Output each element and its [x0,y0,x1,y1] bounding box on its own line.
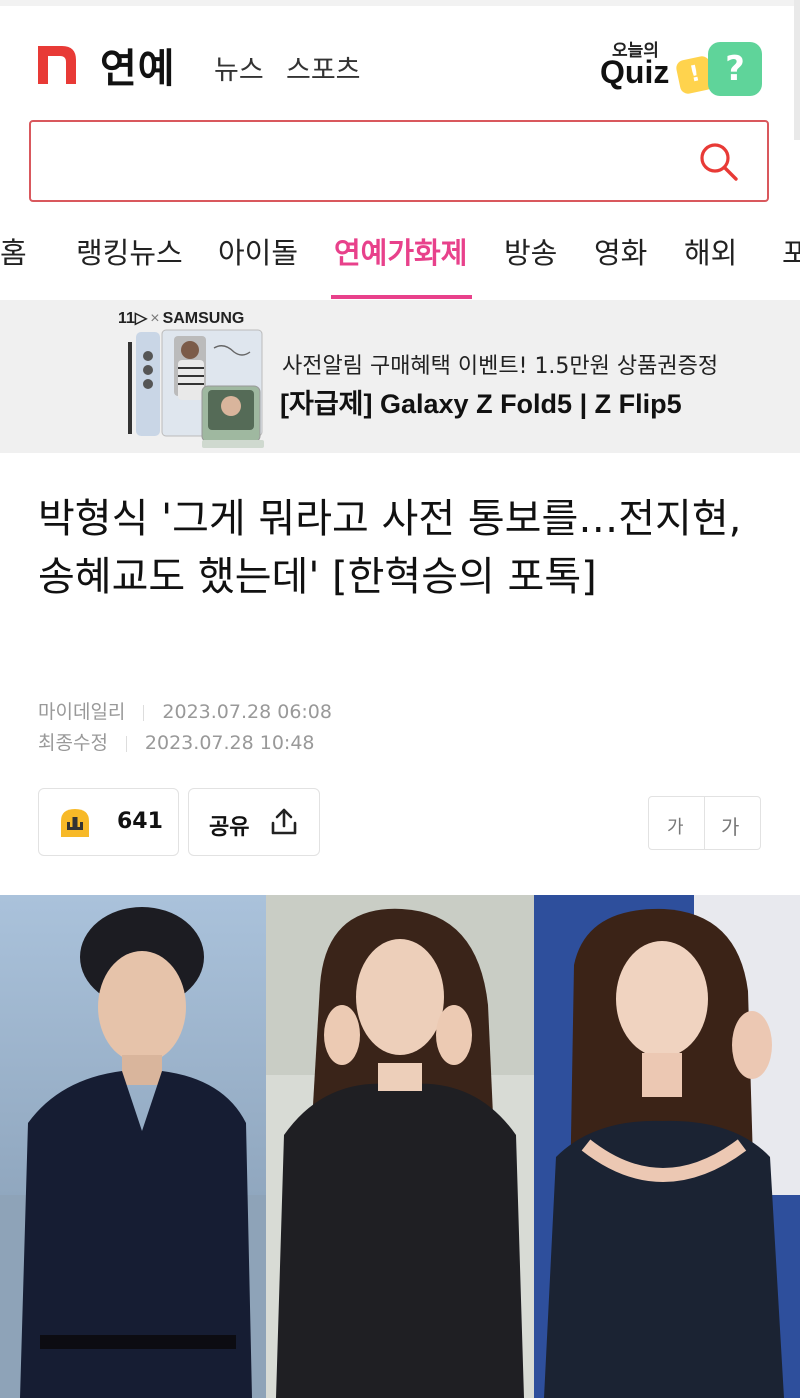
tab-entertainment-topics[interactable]: 연예가화제 [334,230,467,272]
ad-product-text: [자급제] Galaxy Z Fold5 | Z Flip5 [280,389,682,419]
share-button[interactable]: 공유 [188,788,320,856]
header: 연예 뉴스 스포츠 오늘의 Quiz ! ? [0,6,800,116]
search-icon[interactable] [697,140,741,184]
daily-quiz-button[interactable]: 오늘의 Quiz ! ? [600,36,770,106]
photo-panel-left [0,895,266,1398]
ad-brand-11st: 11 [118,310,135,327]
ad-promo-text: 사전알림 구매혜택 이벤트! 1.5만원 상품권증정 [282,354,719,379]
modified-date: 2023.07.28 10:48 [144,732,315,754]
phones-illustration [128,329,264,448]
category-tabs: 홈 랭킹뉴스 아이돌 연예가화제 방송 영화 해외 포 [0,216,800,301]
font-decrease-button[interactable]: 가 [667,813,684,839]
naver-logo-icon[interactable] [38,46,76,84]
share-label: 공유 [209,815,250,840]
published-date: 2023.07.28 06:08 [162,701,332,723]
question-bubble-icon: ? [708,42,762,96]
font-size-control: 가 가 [648,796,761,850]
article-meta-modified: 최종수정 2023.07.28 10:48 [38,728,315,755]
reaction-button[interactable]: 641 [38,788,179,856]
ad-brand-samsung: SAMSUNG [162,310,245,327]
search-box [29,120,769,202]
modified-label: 최종수정 [38,732,108,754]
ad-brand: 11▷ × SAMSUNG [118,310,245,327]
reaction-face-icon [61,809,89,837]
reaction-count: 641 [117,809,163,834]
section-brand[interactable]: 연예 [100,36,176,94]
share-icon [271,808,297,835]
ad-brand-x: × [150,310,160,327]
font-increase-button[interactable]: 가 [721,811,739,840]
quiz-label: Quiz [600,54,670,90]
photo-panel-right [534,895,800,1398]
tab-ranking-news[interactable]: 랭킹뉴스 [76,230,183,272]
tab-home[interactable]: 홈 [0,230,27,272]
nav-news-link[interactable]: 뉴스 [214,48,264,87]
tab-idol[interactable]: 아이돌 [218,230,298,272]
nav-sports-link[interactable]: 스포츠 [286,48,361,87]
ad-banner[interactable]: 11▷ × SAMSUNG 사전알림 구매혜택 이벤트! 1.5만원 상품권증정 [… [0,300,800,453]
tab-broadcast[interactable]: 방송 [504,230,557,272]
article-source[interactable]: 마이데일리 [38,701,125,723]
active-tab-indicator [331,295,472,299]
article-photo [0,895,800,1398]
search-input[interactable] [47,138,691,186]
tab-movie[interactable]: 영화 [594,230,647,272]
tab-overseas[interactable]: 해외 [684,230,737,272]
tab-more[interactable]: 포 [782,230,800,272]
article-meta-published: 마이데일리 2023.07.28 06:08 [38,697,332,724]
photo-panel-middle [266,895,534,1398]
article-headline: 박형식 '그게 뭐라고 사전 통보를…전지현,송혜교도 했는데' [한혁승의 포… [38,496,742,600]
